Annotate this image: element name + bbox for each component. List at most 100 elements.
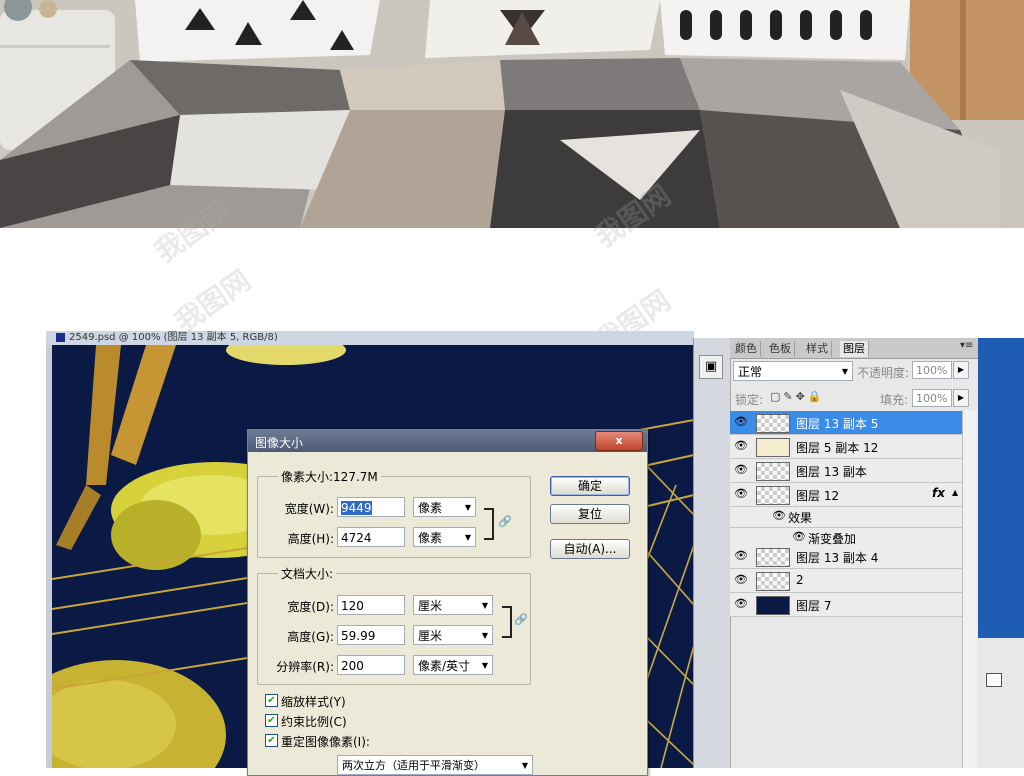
doc-width-unit-value: 厘米	[418, 599, 443, 613]
layers-scrollbar[interactable]	[962, 410, 977, 768]
dropdown-arrow-icon: ▼	[481, 601, 488, 610]
doc-width-unit-select[interactable]: 厘米 ▼	[413, 595, 493, 615]
checkbox-check-icon[interactable]: ✔	[265, 734, 278, 747]
eye-icon[interactable]: 👁	[772, 509, 786, 522]
link-chain-icon: 🔗	[514, 613, 528, 626]
panel-dock-strip	[693, 338, 731, 768]
layer-thumbnail	[756, 572, 790, 591]
dropdown-arrow-icon: ▼	[841, 367, 848, 376]
dropdown-arrow-icon: ▼	[464, 503, 471, 512]
tab-layers[interactable]: 图层	[840, 341, 869, 357]
doc-width-value: 120	[341, 599, 364, 613]
close-icon[interactable]: x	[595, 431, 643, 451]
eye-icon[interactable]: 👁	[734, 597, 748, 610]
resolution-input[interactable]: 200	[337, 655, 405, 675]
resolution-label: 分辨率(R):	[276, 660, 334, 674]
doc-height-label: 高度(G):	[287, 630, 334, 644]
link-bracket	[502, 606, 512, 638]
resample-method-value: 两次立方（适用于平滑渐变）	[342, 759, 485, 772]
eye-icon[interactable]: 👁	[734, 415, 748, 428]
expand-arrow-icon[interactable]: ▲	[952, 488, 958, 497]
layer-thumbnail	[756, 596, 790, 615]
layer-thumbnail	[756, 414, 790, 433]
tab-swatches[interactable]: 色板	[766, 341, 795, 357]
doc-height-value: 59.99	[341, 629, 376, 643]
blend-mode-value: 正常	[738, 365, 763, 379]
layer-thumbnail	[756, 548, 790, 567]
ok-button[interactable]: 确定	[550, 476, 630, 496]
layer-row[interactable]: 👁 图层 7	[730, 593, 962, 617]
tab-color[interactable]: 颜色	[732, 341, 761, 357]
eye-icon[interactable]: 👁	[792, 530, 806, 543]
layer-effects-row[interactable]: 👁 效果	[730, 507, 962, 528]
layer-row[interactable]: 👁 图层 13 副本	[730, 459, 962, 483]
auto-button[interactable]: 自动(A)...	[550, 539, 630, 559]
height-unit-value: 像素	[418, 531, 443, 545]
resolution-value: 200	[341, 659, 364, 673]
opacity-label: 不透明度:	[857, 366, 910, 380]
document-title: 2549.psd @ 100% (图层 13 副本 5, RGB/8)	[69, 332, 278, 343]
document-icon	[56, 332, 65, 342]
tab-styles[interactable]: 样式	[803, 341, 832, 357]
fx-icon[interactable]: fx	[932, 486, 945, 500]
layer-name: 图层 13 副本	[796, 465, 867, 479]
doc-width-label: 宽度(D):	[287, 600, 334, 614]
layer-row[interactable]: 👁 图层 13 副本 5	[730, 411, 962, 435]
layer-name: 图层 7	[796, 599, 832, 613]
link-chain-icon: 🔗	[498, 515, 512, 528]
pixel-dimensions-title: 像素大小:127.7M	[278, 468, 381, 485]
doc-height-unit-value: 厘米	[418, 629, 443, 643]
width-unit-select[interactable]: 像素 ▼	[413, 497, 476, 517]
resample-method-select[interactable]: 两次立方（适用于平滑渐变） ▼	[337, 755, 533, 775]
width-value: 9449	[341, 501, 372, 515]
resolution-unit-value: 像素/英寸	[418, 659, 471, 673]
width-unit-value: 像素	[418, 501, 443, 515]
reset-button[interactable]: 复位	[550, 504, 630, 524]
checkbox-check-icon[interactable]: ✔	[265, 714, 278, 727]
height-input[interactable]: 4724	[337, 527, 405, 547]
lock-label: 锁定:	[735, 393, 764, 407]
scale-styles-label: 缩放样式(Y)	[281, 695, 346, 709]
width-input[interactable]: 9449	[337, 497, 405, 517]
fill-label: 填充:	[880, 393, 909, 407]
layer-name: 2	[796, 573, 804, 587]
opacity-value: 100%	[916, 364, 948, 377]
dialog-titlebar[interactable]	[248, 430, 647, 452]
desktop-strip	[978, 338, 1024, 768]
height-unit-select[interactable]: 像素 ▼	[413, 527, 476, 547]
layer-thumbnail	[756, 486, 790, 505]
fill-arrow-icon[interactable]: ▶	[953, 389, 969, 407]
eye-icon[interactable]: 👁	[734, 487, 748, 500]
resolution-unit-select[interactable]: 像素/英寸 ▼	[413, 655, 493, 675]
layer-row[interactable]: 👁 图层 5 副本 12	[730, 435, 962, 459]
layer-row[interactable]: 👁 2	[730, 569, 962, 593]
doc-height-unit-select[interactable]: 厘米 ▼	[413, 625, 493, 645]
document-title-bar[interactable]: 2549.psd @ 100% (图层 13 副本 5, RGB/8)	[46, 331, 694, 345]
layer-row[interactable]: 👁 图层 13 副本 4	[730, 545, 962, 569]
lock-icons[interactable]: ▢✎✥🔒	[770, 390, 825, 403]
doc-width-input[interactable]: 120	[337, 595, 405, 615]
opacity-arrow-icon[interactable]: ▶	[953, 361, 969, 379]
image-size-dialog: 图像大小 x 像素大小:127.7M 宽度(W): 9449 像素 ▼ 高度(H)…	[247, 429, 648, 776]
layer-thumbnail	[756, 462, 790, 481]
camera-icon[interactable]: ▣	[699, 355, 723, 379]
layer-name: 图层 13 副本 4	[796, 551, 879, 565]
eye-icon[interactable]: 👁	[734, 439, 748, 452]
dropdown-arrow-icon: ▼	[481, 661, 488, 670]
panel-menu-icon[interactable]: ▾≡	[960, 340, 973, 351]
doc-height-input[interactable]: 59.99	[337, 625, 405, 645]
resample-label: 重定图像像素(I):	[281, 735, 370, 749]
layer-name: 图层 12	[796, 489, 840, 503]
opacity-input[interactable]: 100%	[912, 361, 952, 379]
blend-mode-select[interactable]: 正常 ▼	[733, 361, 853, 381]
eye-icon[interactable]: 👁	[734, 549, 748, 562]
checkbox-check-icon[interactable]: ✔	[265, 694, 278, 707]
layer-name: 图层 13 副本 5	[796, 417, 879, 431]
width-label: 宽度(W):	[284, 502, 334, 516]
eye-icon[interactable]: 👁	[734, 463, 748, 476]
layer-row[interactable]: 👁 图层 12 fx ▲	[730, 483, 962, 507]
canvas-edge	[46, 345, 52, 768]
dropdown-arrow-icon: ▼	[481, 631, 488, 640]
eye-icon[interactable]: 👁	[734, 573, 748, 586]
fill-input[interactable]: 100%	[912, 389, 952, 407]
